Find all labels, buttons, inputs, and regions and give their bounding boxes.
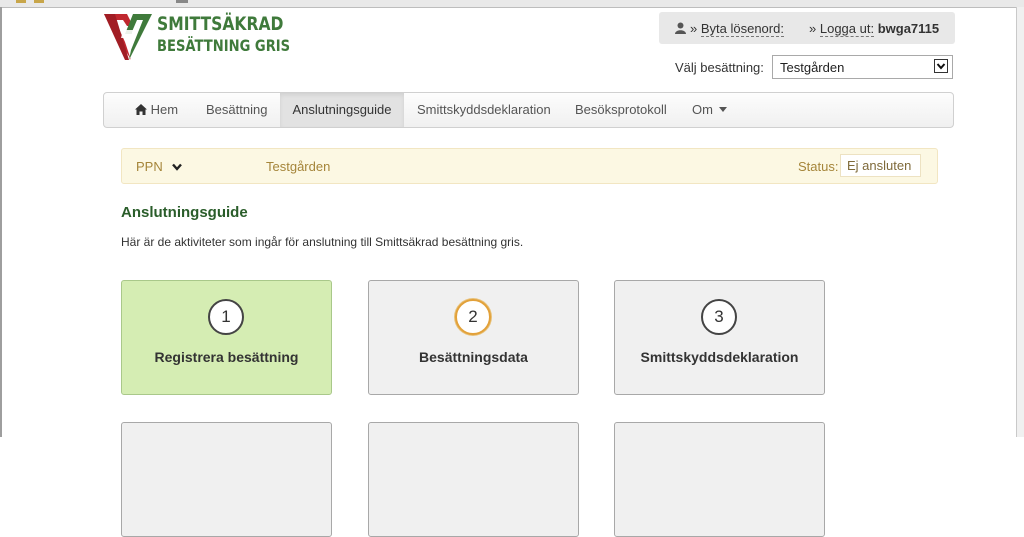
- nav-item-besattning[interactable]: Besättning: [206, 93, 267, 127]
- status-badge: Ej ansluten: [840, 154, 921, 177]
- chevron-down-icon: [172, 163, 183, 171]
- nav-home[interactable]: Hem: [135, 93, 178, 127]
- status-label: Status:: [798, 159, 839, 174]
- step-number: 2: [455, 299, 491, 335]
- nav-item-om[interactable]: Om: [692, 93, 727, 127]
- logo-line-2: BESÄTTNING GRIS: [157, 36, 291, 55]
- toolbar-fragment: [16, 0, 26, 3]
- step-number: 1: [208, 299, 244, 335]
- caret-down-icon: [718, 107, 727, 112]
- ppn-label: PPN: [136, 159, 163, 174]
- nav-item-smittskyddsdeklaration[interactable]: Smittskyddsdeklaration: [417, 93, 551, 127]
- separator: »: [809, 21, 817, 36]
- herd-select[interactable]: Testgården: [772, 55, 953, 79]
- change-password-link[interactable]: » Byta lösenord:: [690, 21, 784, 37]
- farm-name: Testgården: [266, 159, 331, 174]
- step-card-herd-data[interactable]: 2 Besättningsdata: [368, 280, 579, 395]
- toolbar-fragment: [176, 0, 188, 3]
- herd-select-value: Testgården: [780, 60, 845, 75]
- home-icon: [135, 104, 147, 115]
- toolbar-fragment: [34, 0, 44, 3]
- step-card-declaration[interactable]: 3 Smittskyddsdeklaration: [614, 280, 825, 395]
- nav-home-label: Hem: [150, 102, 179, 117]
- page-title: Anslutningsguide: [121, 204, 248, 221]
- nav-om-label: Om: [692, 102, 713, 117]
- separator: »: [690, 21, 698, 36]
- herd-info-bar: PPN Testgården Status: Ej ansluten: [121, 148, 938, 184]
- site-logo[interactable]: SMITTSÄKRAD BESÄTTNING GRIS: [103, 12, 290, 64]
- step-card-register-herd[interactable]: 1 Registrera besättning: [121, 280, 332, 395]
- logout-label: Logga ut:: [819, 21, 875, 37]
- step-number: 3: [701, 299, 737, 335]
- logo-mark-icon: [104, 14, 152, 60]
- step-label: Besättningsdata: [419, 349, 528, 365]
- step-card-next-row[interactable]: [121, 422, 332, 537]
- step-label: Registrera besättning: [154, 349, 299, 365]
- username: bwga7115: [877, 21, 940, 36]
- herd-select-label: Välj besättning:: [675, 60, 764, 75]
- logo-wordmark: SMITTSÄKRAD BESÄTTNING GRIS: [157, 14, 319, 56]
- logo-line-1: SMITTSÄKRAD: [157, 13, 284, 35]
- chevron-down-icon[interactable]: [934, 59, 948, 73]
- step-label: Smittskyddsdeklaration: [640, 349, 799, 365]
- change-password-label: Byta lösenord:: [700, 21, 784, 37]
- nav-item-anslutningsguide[interactable]: Anslutningsguide: [280, 93, 404, 127]
- logout-link[interactable]: » Logga ut: bwga7115: [809, 21, 940, 37]
- step-card-next-row[interactable]: [368, 422, 579, 537]
- user-icon: [675, 22, 686, 34]
- window-left-edge: [0, 7, 2, 437]
- step-card-next-row[interactable]: [614, 422, 825, 537]
- window-top-strip: [0, 0, 1024, 8]
- window-scrollbar[interactable]: [1016, 7, 1024, 437]
- nav-item-besoksprotokoll[interactable]: Besöksprotokoll: [575, 93, 667, 127]
- main-navbar: Hem Besättning Anslutningsguide Smittsky…: [103, 92, 954, 128]
- ppn-toggle[interactable]: PPN: [136, 159, 183, 174]
- page-intro: Här är de aktiviteter som ingår för ansl…: [121, 235, 524, 249]
- user-account-box: » Byta lösenord: » Logga ut: bwga7115: [659, 12, 955, 44]
